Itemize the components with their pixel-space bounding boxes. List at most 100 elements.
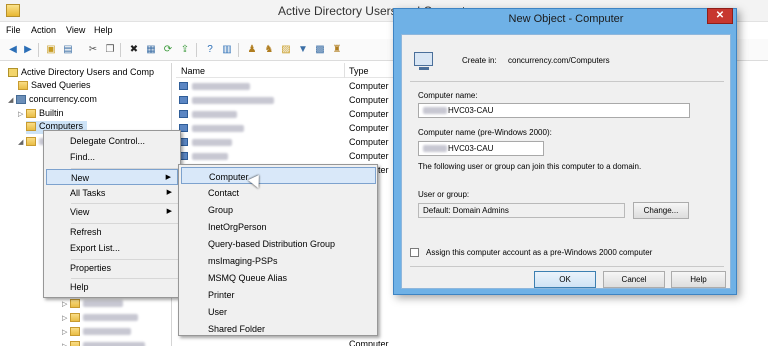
menu-item-delegate-control[interactable]: Delegate Control... <box>46 133 178 149</box>
details-icon[interactable]: ▤ <box>61 43 75 56</box>
row-type: Computer <box>349 109 389 119</box>
row-type: Computer <box>349 339 389 346</box>
submenu-item-label: User <box>208 307 228 317</box>
submenu-item-label: InetOrgPerson <box>208 222 267 232</box>
submenu-item-msimaging-psps[interactable]: msImaging-PSPs <box>181 252 376 269</box>
find-icon[interactable]: ▩ <box>313 43 327 56</box>
list-header: Name Type <box>176 63 396 78</box>
tree-root[interactable]: Active Directory Users and Comp <box>8 67 154 80</box>
folder-icon <box>70 299 80 309</box>
expand-arrow-icon[interactable]: ◢ <box>8 96 16 104</box>
submenu-item-computer[interactable]: Computer <box>181 167 376 184</box>
submenu-item-shared-folder[interactable]: Shared Folder <box>181 320 376 337</box>
new-ou-icon[interactable]: ▨ <box>279 43 293 56</box>
help-icon[interactable]: ? <box>203 43 217 56</box>
tree-builtin[interactable]: ▷ Builtin <box>18 108 64 121</box>
table-row[interactable]: Computer <box>176 149 396 163</box>
copy-icon[interactable]: ❐ <box>103 43 117 56</box>
new-user-icon[interactable]: ♟ <box>245 43 259 56</box>
collapse-arrow-icon[interactable]: ▷ <box>62 342 70 346</box>
submenu-item-printer[interactable]: Printer <box>181 286 376 303</box>
submenu-item-user[interactable]: User <box>181 303 376 320</box>
pre2000-checkbox[interactable] <box>410 248 419 257</box>
menu-item-label: New <box>71 173 90 183</box>
column-header-name[interactable]: Name <box>181 66 205 76</box>
close-button[interactable]: ✕ <box>707 8 733 24</box>
delegate-icon[interactable]: ♜ <box>330 43 344 56</box>
submenu-item-query-based-distribution-group[interactable]: Query-based Distribution Group <box>181 235 376 252</box>
menu-item-view[interactable]: View ▶ <box>46 204 178 220</box>
table-row[interactable]: Computer <box>176 79 396 93</box>
tree-saved-queries[interactable]: Saved Queries <box>18 80 91 93</box>
tree-item-redacted[interactable]: ▷ <box>62 312 138 325</box>
column-separator[interactable] <box>344 63 345 78</box>
menu-item-export-list[interactable]: Export List... <box>46 240 178 256</box>
computer-name-value: HVC03-CAU <box>448 106 494 115</box>
menu-file[interactable]: File <box>6 25 21 35</box>
folder-icon <box>70 313 80 323</box>
submenu-item-contact[interactable]: Contact <box>181 184 376 201</box>
menu-item-help[interactable]: Help <box>46 279 178 295</box>
menu-item-new[interactable]: New ▶ <box>46 169 178 185</box>
table-row[interactable]: Computer <box>176 337 396 346</box>
pre2000-checkbox-label[interactable]: Assign this computer account as a pre-Wi… <box>426 248 652 257</box>
menu-help[interactable]: Help <box>94 25 113 35</box>
tree-domain-label: concurrency.com <box>29 94 97 104</box>
ok-button[interactable]: OK <box>534 271 596 288</box>
menu-action[interactable]: Action <box>31 25 56 35</box>
redacted-text <box>83 314 138 322</box>
submenu-item-inetorgperson[interactable]: InetOrgPerson <box>181 218 376 235</box>
back-icon[interactable]: ◀ <box>6 43 20 56</box>
change-button[interactable]: Change... <box>633 202 689 219</box>
row-type: Computer <box>349 137 389 147</box>
menu-item-refresh[interactable]: Refresh <box>46 224 178 240</box>
cancel-button[interactable]: Cancel <box>603 271 665 288</box>
column-header-type[interactable]: Type <box>349 66 369 76</box>
help-button[interactable]: Help <box>671 271 726 288</box>
up-icon[interactable]: ▣ <box>44 43 58 56</box>
menu-item-find[interactable]: Find... <box>46 149 178 165</box>
forward-icon[interactable]: ▶ <box>21 43 35 56</box>
computer-name-field[interactable]: HVC03-CAU <box>418 103 690 118</box>
submenu-item-msmq-queue-alias[interactable]: MSMQ Queue Alias <box>181 269 376 286</box>
export-icon[interactable]: ⇪ <box>178 43 192 56</box>
collapse-arrow-icon[interactable]: ▷ <box>62 328 70 336</box>
properties-icon[interactable]: ▦ <box>144 43 158 56</box>
menu-view[interactable]: View <box>66 25 85 35</box>
collapse-arrow-icon[interactable]: ▷ <box>62 300 70 308</box>
collapse-arrow-icon[interactable]: ▷ <box>62 314 70 322</box>
pre2000-name-field[interactable]: HVC03-CAU <box>418 141 544 156</box>
filter-icon[interactable]: ▼ <box>296 43 310 56</box>
submenu-arrow-icon: ▶ <box>166 189 172 196</box>
submenu-item-label: Contact <box>208 188 240 198</box>
menu-item-label: Refresh <box>70 227 102 237</box>
cut-icon[interactable]: ✂ <box>86 43 100 56</box>
redacted-text <box>192 97 274 104</box>
expand-arrow-icon[interactable]: ◢ <box>18 138 26 146</box>
delete-icon[interactable]: ✖ <box>127 43 141 56</box>
tree-item-redacted[interactable]: ▷ <box>62 298 123 311</box>
submenu-item-group[interactable]: Group <box>181 201 376 218</box>
table-row[interactable]: Computer <box>176 121 396 135</box>
table-row[interactable]: Computer <box>176 93 396 107</box>
redacted-text <box>192 139 232 146</box>
menu-item-all-tasks[interactable]: All Tasks ▶ <box>46 185 178 201</box>
redacted-text <box>423 107 447 115</box>
refresh-icon[interactable]: ⟳ <box>161 43 175 56</box>
menu-item-properties[interactable]: Properties <box>46 260 178 276</box>
table-row[interactable]: Computer <box>176 135 396 149</box>
console-icon[interactable]: ▥ <box>220 43 234 56</box>
tree-domain[interactable]: ◢ concurrency.com <box>8 94 97 107</box>
submenu-arrow-icon: ▶ <box>165 174 171 181</box>
table-row[interactable]: Computer <box>176 107 396 121</box>
new-group-icon[interactable]: ♞ <box>262 43 276 56</box>
submenu-item-label: Printer <box>208 290 235 300</box>
dialog-title: New Object - Computer <box>508 13 624 25</box>
tree-item-redacted[interactable]: ▷ <box>62 326 131 339</box>
collapse-arrow-icon[interactable]: ▷ <box>18 110 26 118</box>
row-type: Computer <box>349 123 389 133</box>
tree-root-label: Active Directory Users and Comp <box>21 67 155 77</box>
tree-item-redacted[interactable]: ▷ <box>62 340 145 346</box>
new-computer-dialog: New Object - Computer ✕ Create in: concu… <box>393 8 737 295</box>
toolbar-separator <box>238 43 239 57</box>
